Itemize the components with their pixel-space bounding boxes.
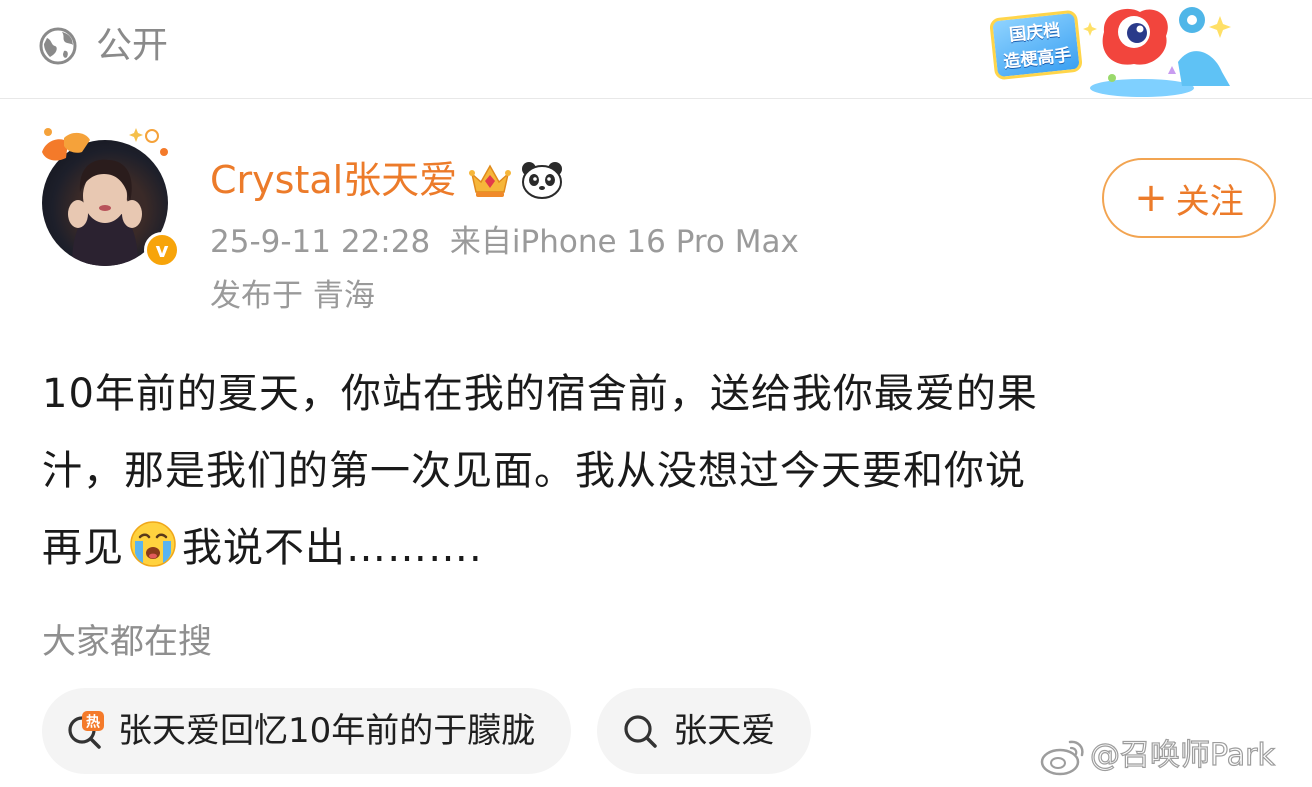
hot-search-icon: 热 bbox=[68, 711, 104, 749]
author-name-row: Crystal张天爱 bbox=[210, 154, 565, 206]
verified-badge: v bbox=[144, 232, 180, 268]
post-meta: 25-9-11 22:28 来自iPhone 16 Pro Max bbox=[210, 222, 799, 262]
crown-icon[interactable] bbox=[467, 160, 513, 200]
post-source: 来自iPhone 16 Pro Max bbox=[449, 224, 799, 260]
search-chip-label: 张天爱回忆10年前的于朦胧 bbox=[118, 711, 536, 751]
lucky-decoration-icon bbox=[42, 128, 168, 161]
watermark: @召唤师Park bbox=[1040, 736, 1275, 776]
plus-icon: + bbox=[1134, 175, 1168, 221]
visibility-label: 公开 bbox=[96, 25, 169, 66]
watermark-text: @召唤师Park bbox=[1089, 737, 1275, 773]
search-chips: 热 张天爱回忆10年前的于朦胧 张天爱 bbox=[42, 688, 837, 774]
search-icon bbox=[624, 715, 658, 748]
post-text-line-1: 10年前的夏天，你站在我的宿舍前，送给我你最爱的果 bbox=[42, 371, 1038, 417]
post-text-after-emoji: 我说不出………. bbox=[182, 525, 483, 571]
visibility-indicator[interactable]: 公开 bbox=[38, 26, 168, 66]
mascot-icon bbox=[1083, 7, 1231, 97]
search-chip-hot[interactable]: 热 张天爱回忆10年前的于朦胧 bbox=[42, 688, 572, 774]
promo-badge: 国庆档 造梗高手 bbox=[989, 9, 1083, 81]
crying-face-icon bbox=[130, 521, 176, 567]
weibo-logo-icon bbox=[1040, 740, 1084, 776]
top-bar: 公开 国庆档 造梗高手 bbox=[0, 0, 1312, 99]
search-chip-label: 张天爱 bbox=[673, 711, 776, 751]
trending-searches-title: 大家都在搜 bbox=[42, 622, 212, 662]
follow-label: 关注 bbox=[1175, 181, 1244, 222]
hot-badge-text: 热 bbox=[86, 714, 100, 731]
follow-button[interactable]: + 关注 bbox=[1102, 158, 1276, 238]
post-text-before-emoji: 再见 bbox=[42, 525, 124, 571]
post-text-line-2: 汁，那是我们的第一次见面。我从没想过今天要和你说 bbox=[42, 448, 1026, 494]
author-avatar[interactable]: v bbox=[38, 122, 180, 272]
panda-icon[interactable] bbox=[519, 160, 565, 200]
post-text-line-3: 再见 我说不出………. bbox=[42, 510, 1272, 587]
post-location: 发布于 青海 bbox=[210, 278, 375, 314]
author-name[interactable]: Crystal张天爱 bbox=[210, 154, 457, 206]
post-content: 10年前的夏天，你站在我的宿舍前，送给我你最爱的果 汁，那是我们的第一次见面。我… bbox=[42, 356, 1272, 587]
post-timestamp: 25-9-11 22:28 bbox=[210, 224, 431, 260]
meta-separator bbox=[430, 224, 450, 260]
search-chip[interactable]: 张天爱 bbox=[597, 688, 812, 774]
holiday-promo-banner[interactable]: 国庆档 造梗高手 bbox=[978, 0, 1240, 98]
globe-icon bbox=[39, 27, 77, 65]
